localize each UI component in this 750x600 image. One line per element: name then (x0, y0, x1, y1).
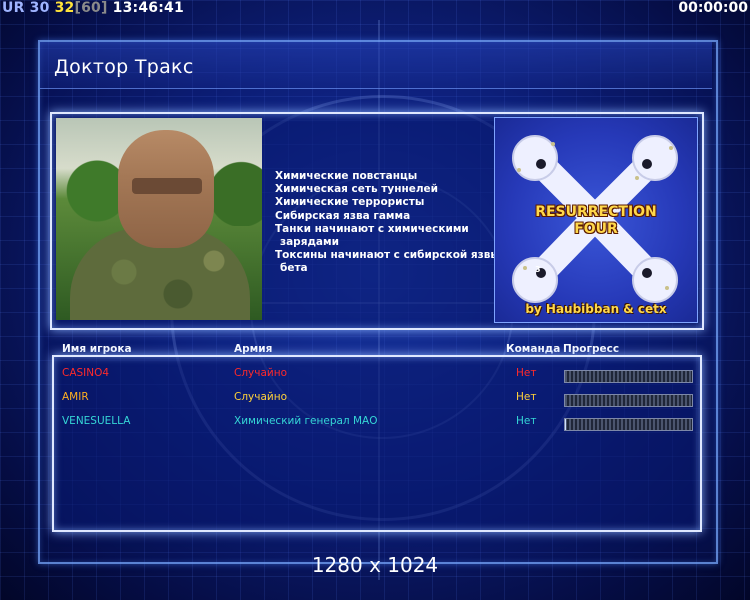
map-preview-name: RESURRECTION FOUR (495, 204, 697, 238)
portrait-eyes (132, 178, 202, 194)
player-name: CASINO4 (62, 367, 110, 379)
map-credit: by Haubibban & cetx (525, 302, 667, 316)
player-row: VENESUELLA Химический генерал МАО Нет (0, 415, 750, 437)
trait-line: Химические террористы (275, 196, 425, 209)
player-team: Нет (516, 391, 537, 403)
hud-ur-label: UR (2, 0, 25, 16)
trait-line: зарядами (280, 236, 339, 249)
column-header-team: Команда (506, 343, 561, 355)
player-army: Химический генерал МАО (234, 415, 378, 427)
trait-line: Химические повстанцы (275, 170, 418, 182)
trait-line: Токсины начинают с сибирской язвы (275, 249, 500, 262)
player-name: VENESUELLA (62, 415, 131, 427)
hud-fps-limit: [60] (74, 0, 108, 16)
player-army: Случайно (234, 367, 288, 379)
hud-ur-value: 30 (29, 0, 50, 16)
hud-clock: 13:46:41 (112, 0, 184, 16)
player-progress-bar (564, 418, 693, 431)
hud-stats: UR 30 32[60] 13:46:41 (2, 0, 184, 16)
column-header-progress: Прогресс (563, 343, 620, 355)
trait-line: бета (280, 262, 308, 275)
player-team: Нет (516, 367, 537, 379)
start-position-marker: 3 (535, 265, 541, 274)
trait-line: Химическая сеть туннелей (275, 183, 439, 196)
player-army: Случайно (234, 391, 288, 403)
player-name: AMIR (62, 391, 89, 403)
player-row: AMIR Случайно Нет (0, 391, 750, 413)
player-progress-bar (564, 370, 693, 383)
general-portrait (56, 118, 262, 320)
hud-timer: 00:00:00 (678, 0, 748, 16)
player-row: CASINO4 Случайно Нет (0, 367, 750, 389)
resolution-label: 1280 x 1024 (311, 553, 439, 577)
general-traits-list: Химические повстанцы Химическая сеть тун… (275, 170, 500, 276)
trait-line: Танки начинают с химическими (275, 222, 469, 235)
map-title: Доктор Тракс (54, 56, 194, 78)
map-name-line2: FOUR (574, 221, 618, 237)
trait-line: Сибирская язва гамма (275, 209, 411, 222)
player-progress-bar (564, 394, 693, 407)
map-name-line1: RESURRECTION (535, 204, 657, 220)
column-header-army: Армия (234, 343, 273, 355)
player-team: Нет (516, 415, 537, 427)
column-header-player: Имя игрока (62, 343, 132, 355)
player-progress-fill (565, 419, 567, 430)
map-preview: RESURRECTION FOUR 3 by Haubibban & cetx (494, 117, 698, 323)
hud-fps: 32 (54, 0, 75, 16)
